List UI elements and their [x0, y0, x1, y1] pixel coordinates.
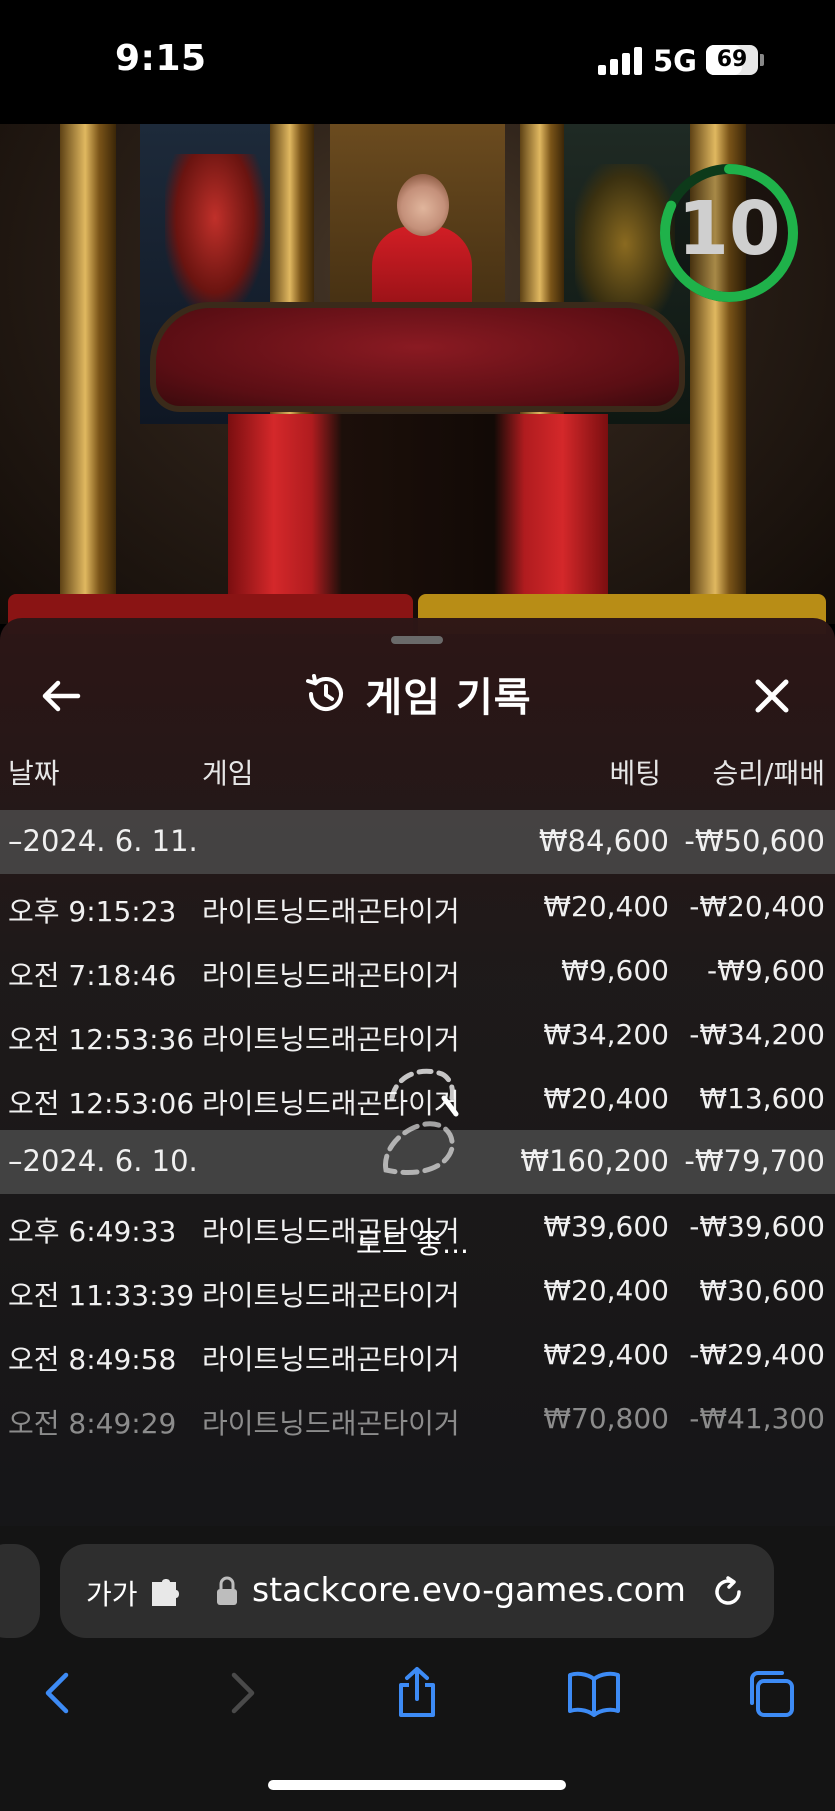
group-win-loss-total: -₩79,700	[684, 1144, 825, 1178]
group-bet-total: ₩84,600	[538, 824, 669, 858]
row-win-loss: -₩39,600	[689, 1210, 825, 1243]
group-win-loss-total: -₩50,600	[684, 824, 825, 858]
table-base	[228, 414, 608, 624]
status-bar: 9:15 5G 69	[0, 0, 835, 124]
share-icon[interactable]	[389, 1665, 445, 1721]
row-bet: ₩39,600	[543, 1210, 669, 1243]
lock-icon	[217, 1576, 237, 1605]
sheet-header: 게임 기록	[0, 664, 835, 724]
date-group-row[interactable]: –2024. 6. 11. ₩84,600 -₩50,600	[0, 810, 835, 874]
group-date: –2024. 6. 11.	[8, 824, 198, 858]
column-win-loss: 승리/패배	[712, 757, 825, 790]
row-win-loss: -₩20,400	[689, 890, 825, 923]
row-game: 라이트닝드래곤타이거	[202, 959, 460, 992]
row-time: 오후 6:49:33	[8, 1215, 177, 1248]
group-bet-total: ₩160,200	[520, 1144, 669, 1178]
row-bet: ₩34,200	[543, 1018, 669, 1051]
game-table	[150, 302, 685, 412]
previous-tab-stub[interactable]	[0, 1544, 40, 1638]
history-row[interactable]: 오전 8:49:58 라이트닝드래곤타이거 ₩29,400 -₩29,400	[0, 1322, 835, 1386]
live-video-feed[interactable]: 10	[0, 124, 835, 624]
row-game: 라이트닝드래곤타이거	[202, 1343, 460, 1376]
row-bet: ₩9,600	[561, 954, 669, 987]
extension-puzzle-icon[interactable]	[148, 1576, 186, 1610]
row-game: 라이트닝드래곤타이거	[202, 1407, 460, 1440]
row-game: 라이트닝드래곤타이거	[202, 1279, 460, 1312]
history-clock-icon	[306, 674, 344, 711]
group-date: –2024. 6. 10.	[8, 1144, 198, 1178]
bookmarks-icon[interactable]	[566, 1665, 622, 1721]
row-bet: ₩20,400	[543, 890, 669, 923]
history-row[interactable]: 오전 12:53:36 라이트닝드래곤타이거 ₩34,200 -₩34,200	[0, 1002, 835, 1066]
tabs-icon[interactable]	[744, 1665, 800, 1721]
row-win-loss: -₩41,300	[689, 1402, 825, 1435]
loading-spinner-icon	[383, 1068, 459, 1176]
gold-pillar	[60, 124, 116, 624]
url-text[interactable]: stackcore.evo-games.com	[252, 1570, 686, 1609]
row-time: 오전 12:53:06	[8, 1087, 195, 1120]
row-bet: ₩20,400	[543, 1274, 669, 1307]
row-win-loss: -₩29,400	[689, 1338, 825, 1371]
row-win-loss: ₩13,600	[699, 1082, 825, 1115]
row-bet: ₩70,800	[543, 1402, 669, 1435]
row-time: 오전 7:18:46	[8, 959, 177, 992]
column-date: 날짜	[8, 757, 60, 790]
sheet-grabber[interactable]	[391, 636, 443, 644]
row-win-loss: ₩30,600	[699, 1274, 825, 1307]
history-row[interactable]: 오전 8:49:29 라이트닝드래곤타이거 ₩70,800 -₩41,300	[0, 1386, 835, 1450]
reload-icon[interactable]	[708, 1572, 748, 1612]
table-header: 날짜 게임 베팅 승리/패배	[0, 752, 835, 792]
battery-icon: 69	[706, 45, 758, 75]
row-time: 오후 9:15:23	[8, 895, 177, 928]
row-time: 오전 12:53:36	[8, 1023, 195, 1056]
row-win-loss: -₩9,600	[707, 954, 825, 987]
battery-percent: 69	[716, 47, 748, 72]
home-indicator[interactable]	[268, 1780, 566, 1790]
row-time: 오전 11:33:39	[8, 1279, 195, 1312]
cellular-signal-icon	[598, 47, 642, 75]
history-row[interactable]: 오후 9:15:23 라이트닝드래곤타이거 ₩20,400 -₩20,400	[0, 874, 835, 938]
row-bet: ₩20,400	[543, 1082, 669, 1115]
row-game: 라이트닝드래곤타이거	[202, 1023, 460, 1056]
row-time: 오전 8:49:29	[8, 1407, 177, 1440]
history-row[interactable]: 오전 7:18:46 라이트닝드래곤타이거 ₩9,600 -₩9,600	[0, 938, 835, 1002]
row-win-loss: -₩34,200	[689, 1018, 825, 1051]
status-time: 9:15	[115, 38, 207, 79]
forward-chevron-icon[interactable]	[212, 1665, 268, 1721]
row-game: 라이트닝드래곤타이거	[202, 895, 460, 928]
column-game: 게임	[202, 757, 254, 790]
countdown-timer: 10	[677, 186, 781, 272]
dealer-head	[397, 174, 449, 236]
dragon-artwork	[165, 154, 265, 314]
row-bet: ₩29,400	[543, 1338, 669, 1371]
row-time: 오전 8:49:58	[8, 1343, 177, 1376]
history-row[interactable]: 오전 11:33:39 라이트닝드래곤타이거 ₩20,400 ₩30,600	[0, 1258, 835, 1322]
battery-nub	[760, 54, 764, 66]
network-type: 5G	[653, 44, 697, 78]
sheet-title: 게임 기록	[365, 675, 532, 721]
text-size-button[interactable]: 가가	[86, 1573, 138, 1613]
close-icon[interactable]	[744, 668, 800, 724]
back-chevron-icon[interactable]	[32, 1665, 88, 1721]
loading-text: 로드 중...	[356, 1227, 469, 1260]
column-bet: 베팅	[609, 757, 661, 790]
